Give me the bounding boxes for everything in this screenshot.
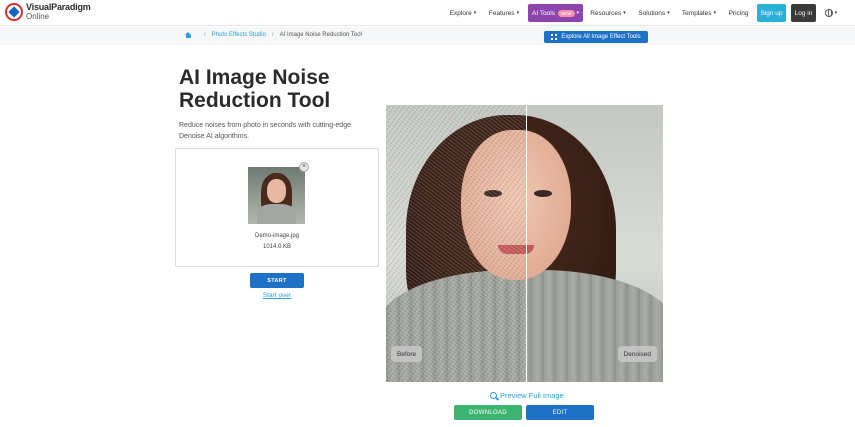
new-badge: NEW (558, 9, 575, 17)
start-over-link[interactable]: Start over (250, 292, 304, 299)
preview-full-image-link[interactable]: Preview Full Image (490, 391, 564, 400)
page-title: AI Image Noise Reduction Tool (179, 66, 331, 112)
breadcrumb-current: AI Image Noise Reduction Tool (279, 32, 362, 38)
nav-resources[interactable]: Resources ▾ (588, 4, 628, 22)
nav-ai-tools[interactable]: AI Tools NEW ▾ (528, 4, 583, 22)
download-button[interactable]: DOWNLOAD (454, 405, 522, 420)
nav-explore[interactable]: Explore ▾ (446, 4, 480, 22)
logo-subtext: Online (26, 12, 50, 21)
visual-paradigm-logo[interactable]: VisualParadigm Online (5, 3, 91, 21)
caret-down-icon: ▾ (834, 10, 838, 16)
explore-all-tools-button[interactable]: Explore All Image Effect Tools (544, 31, 648, 43)
before-image (386, 105, 526, 382)
caret-down-icon: ▾ (667, 10, 670, 16)
breadcrumb-photo-effects-studio[interactable]: Photo Effects Studio (212, 32, 266, 38)
before-after-comparison[interactable]: Before Denoised (386, 105, 663, 382)
grid-icon (551, 34, 558, 40)
caret-down-icon: ▾ (516, 10, 520, 16)
caret-down-icon: ▾ (623, 10, 626, 16)
breadcrumb: / Photo Effects Studio / AI Image Noise … (185, 32, 362, 38)
uploaded-image-thumbnail (248, 167, 305, 224)
caret-down-icon: ▾ (576, 10, 580, 16)
denoised-label: Denoised (617, 346, 657, 362)
file-name: Demo-image.jpg (254, 233, 300, 239)
start-button[interactable]: START (250, 273, 304, 288)
signup-button[interactable]: Sign up (757, 4, 786, 22)
remove-file-icon[interactable]: × (299, 162, 309, 172)
nav-templates[interactable]: Templates ▾ (679, 4, 719, 22)
nav-solutions[interactable]: Solutions ▾ (636, 4, 672, 22)
denoised-image (526, 105, 663, 382)
home-icon[interactable] (185, 32, 192, 38)
uploaded-file-card: × Demo-image.jpg 1014.0 KB (175, 148, 379, 267)
logo-text: VisualParadigm (26, 2, 91, 12)
caret-down-icon: ▾ (473, 10, 477, 16)
before-label: Before (391, 346, 423, 362)
file-size: 1014.0 KB (262, 244, 292, 250)
zoom-in-icon (490, 392, 497, 399)
logo-icon (5, 3, 23, 21)
top-navbar: VisualParadigm Online Explore ▾ Features ▾… (0, 0, 855, 26)
nav-pricing[interactable]: Pricing (726, 4, 751, 22)
page-description: Reduce noises from photo in seconds with… (179, 122, 351, 140)
nav-features[interactable]: Features ▾ (485, 4, 523, 22)
login-button[interactable]: Log in (791, 4, 816, 22)
edit-button[interactable]: EDIT (526, 405, 594, 420)
breadcrumb-bar: / Photo Effects Studio / AI Image Noise … (0, 27, 855, 45)
caret-down-icon: ▾ (713, 10, 717, 16)
language-selector[interactable]: ▾ (822, 4, 840, 22)
globe-icon (824, 9, 833, 17)
comparison-slider-handle[interactable] (526, 105, 527, 382)
